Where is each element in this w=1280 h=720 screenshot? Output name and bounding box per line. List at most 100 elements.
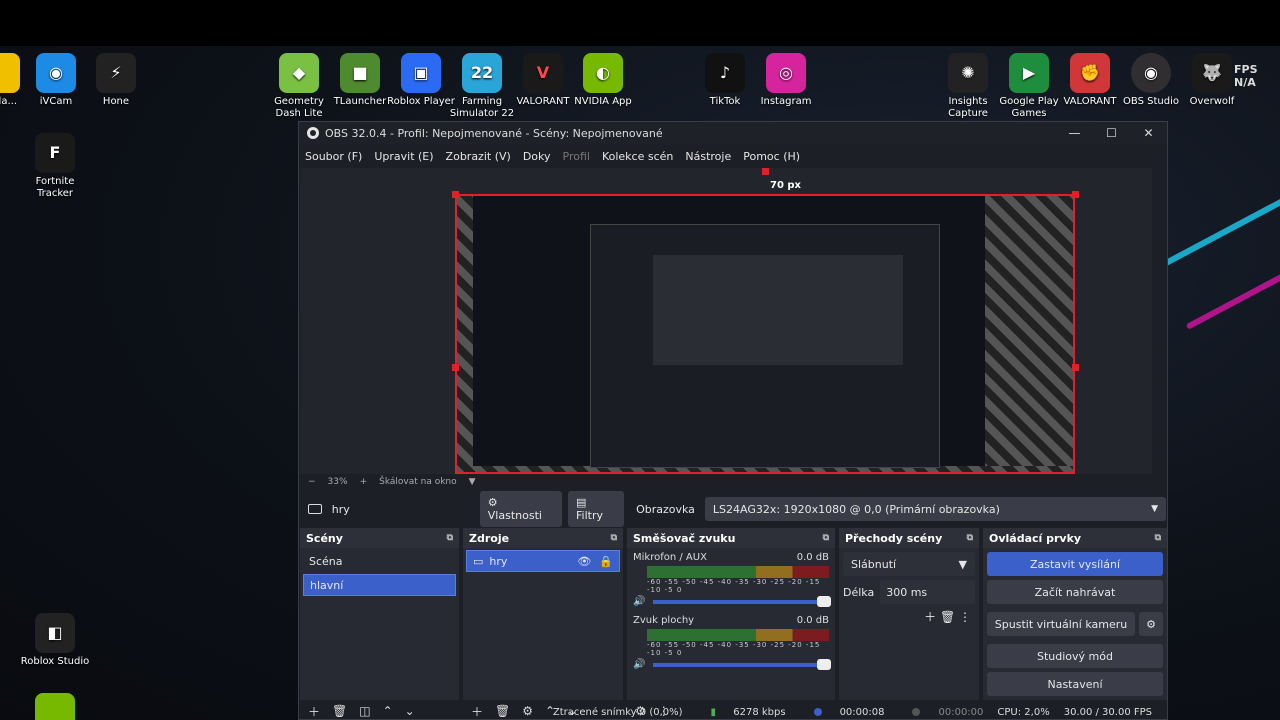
resize-handle[interactable]	[762, 168, 769, 175]
resize-handle[interactable]	[452, 191, 459, 198]
desktop-icon-geometry-dash[interactable]: ◆ Geometry Dash Lite	[264, 53, 334, 120]
zoom-bar: − 33% + Škálovat na okno ▼	[300, 474, 1152, 490]
stream-indicator-icon	[813, 707, 822, 716]
selection-box[interactable]	[455, 194, 1075, 474]
volume-slider[interactable]	[653, 658, 831, 670]
desktop-icon-insights-capture[interactable]: ✺ Insights Capture	[933, 53, 1003, 120]
speaker-icon[interactable]: 🔊	[633, 659, 645, 670]
obs-logo-icon	[307, 127, 319, 139]
desktop-icon-tiktok[interactable]: ♪ TikTok	[690, 53, 760, 108]
studio-mode-button[interactable]: Studiový mód	[987, 644, 1163, 668]
duration-input[interactable]: 300 ms	[880, 580, 975, 604]
dock-float-icon[interactable]: ⧉	[447, 533, 453, 543]
channel-db: 0.0 dB	[796, 615, 829, 626]
sources-title: Zdroje	[469, 531, 510, 545]
source-item[interactable]: ▭ hry 👁 🔒	[466, 550, 620, 572]
cpu-usage: CPU: 2,0%	[997, 706, 1050, 718]
desktop-icon-hone[interactable]: ⚡ Hone	[81, 53, 151, 108]
desktop-icon-nvidia[interactable]: ◐ NVIDIA App	[568, 53, 638, 108]
transition-select[interactable]: Slábnutí ▼	[843, 552, 975, 576]
desktop-icon-roblox-studio[interactable]: ◧ Roblox Studio	[20, 613, 90, 668]
tiktok-icon: ♪	[705, 53, 745, 93]
zoom-out-button[interactable]: −	[308, 477, 316, 487]
controls-dock: Ovládací prvky ⧉ Zastavit vysílání Začít …	[983, 528, 1167, 700]
scale-to-window[interactable]: Škálovat na okno	[379, 477, 457, 487]
eye-icon[interactable]: 👁	[577, 555, 591, 568]
gear-icon[interactable]: ⚙	[1139, 612, 1163, 636]
mixer-title: Směšovač zvuku	[633, 531, 736, 545]
scenes-dock: Scény ⧉ Scéna hlavní ＋ 🗑 ◫ ⌃ ⌄	[300, 528, 459, 719]
menu-view[interactable]: Zobrazit (V)	[446, 150, 511, 163]
dock-float-icon[interactable]: ⧉	[611, 533, 617, 543]
resize-handle[interactable]	[452, 364, 459, 371]
desktop-icon-farming-simulator[interactable]: 22 Farming Simulator 22	[447, 53, 517, 120]
monitor-icon	[308, 504, 322, 514]
trash-icon[interactable]: 🗑	[940, 610, 955, 624]
nvidia-icon	[35, 693, 75, 720]
sources-dock: Zdroje ⧉ ▭ hry 👁 🔒 ＋ 🗑 ⚙ ⌃ ⌄	[463, 528, 623, 719]
start-recording-button[interactable]: Začít nahrávat	[987, 580, 1163, 604]
insights-capture-icon: ✺	[948, 53, 988, 93]
menu-scene-collection[interactable]: Kolekce scén	[602, 150, 673, 163]
valorant-icon: V	[523, 53, 563, 93]
top-black-bar	[0, 0, 1280, 46]
menu-file[interactable]: Soubor (F)	[305, 150, 362, 163]
maximize-icon[interactable]: ☐	[1093, 126, 1130, 140]
menu-docks[interactable]: Doky	[523, 150, 551, 163]
chevron-down-icon[interactable]: ▼	[469, 477, 476, 487]
roblox-icon: ▣	[401, 53, 441, 93]
desktop-icon-instagram[interactable]: ◎ Instagram	[751, 53, 821, 108]
speaker-icon[interactable]: 🔊	[633, 596, 645, 607]
desktop-icon-obs-studio[interactable]: ◉ OBS Studio	[1116, 53, 1186, 108]
menu-profile[interactable]: Profil	[563, 150, 590, 163]
lock-icon[interactable]: 🔒	[599, 555, 613, 568]
monitor-icon: ▭	[473, 554, 484, 568]
desktop-icon-valorant-riot[interactable]: ✊ VALORANT	[1055, 53, 1125, 108]
filters-button[interactable]: ▤ Filtry	[568, 491, 625, 527]
stop-streaming-button[interactable]: Zastavit vysílání	[987, 552, 1163, 576]
overwolf-icon: 🐺	[1192, 53, 1232, 93]
zoom-in-button[interactable]: +	[360, 477, 368, 487]
window-title: OBS 32.0.4 - Profil: Nepojmenované - Scé…	[325, 126, 663, 140]
scene-item[interactable]: hlavní	[303, 574, 456, 596]
desktop-icon-roblox[interactable]: ▣ Roblox Player	[386, 53, 456, 108]
desktop-icon-fortnite-tracker[interactable]: F Fortnite Tracker	[20, 133, 90, 200]
properties-button[interactable]: ⚙ Vlastnosti	[479, 491, 562, 527]
nvidia-icon: ◐	[583, 53, 623, 93]
dock-float-icon[interactable]: ⧉	[823, 533, 829, 543]
settings-button[interactable]: Nastavení	[987, 672, 1163, 696]
menu-edit[interactable]: Upravit (E)	[374, 150, 433, 163]
menu-bar: Soubor (F) Upravit (E) Zobrazit (V) Doky…	[299, 144, 1167, 168]
preview-canvas[interactable]	[455, 194, 1075, 474]
preview-area[interactable]: 70 px	[300, 168, 1152, 474]
meter-ticks: -60 -55 -50 -45 -40 -35 -30 -25 -20 -15 …	[647, 578, 821, 594]
transitions-title: Přechody scény	[845, 531, 943, 545]
mixer-channel: Mikrofon / AUX 0.0 dB -60 -55 -50 -45 -40…	[627, 548, 835, 611]
resize-handle[interactable]	[1072, 191, 1079, 198]
desktop-icon-nvidia-bottom[interactable]	[20, 693, 90, 720]
resize-handle[interactable]	[1072, 364, 1079, 371]
close-icon[interactable]: ✕	[1130, 126, 1167, 140]
volume-slider[interactable]	[653, 595, 831, 607]
obs-titlebar[interactable]: OBS 32.0.4 - Profil: Nepojmenované - Scé…	[299, 122, 1167, 144]
menu-help[interactable]: Pomoc (H)	[743, 150, 800, 163]
add-icon[interactable]: ＋	[924, 610, 936, 624]
menu-tools[interactable]: Nástroje	[685, 150, 731, 163]
desktop-icon-tlauncher[interactable]: ■ TLauncher	[325, 53, 395, 108]
scene-item[interactable]: Scéna	[303, 550, 456, 572]
chevron-down-icon: ▼	[958, 557, 967, 571]
selected-source-name: hry	[331, 502, 350, 516]
display-select[interactable]: LS24AG32x: 1920x1080 @ 0,0 (Primární obr…	[704, 497, 1166, 521]
offset-label: 70 px	[770, 180, 802, 191]
dock-float-icon[interactable]: ⧉	[1155, 533, 1161, 543]
channel-name: Mikrofon / AUX	[633, 552, 707, 563]
valorant-riot-icon: ✊	[1070, 53, 1110, 93]
minimize-icon[interactable]: —	[1056, 126, 1093, 140]
meter-ticks: -60 -55 -50 -45 -40 -35 -30 -25 -20 -15 …	[647, 641, 821, 657]
hone-icon: ⚡	[96, 53, 136, 93]
fps-overlay: FPS N/A	[1234, 63, 1258, 89]
dock-float-icon[interactable]: ⧉	[967, 533, 973, 543]
start-virtual-camera-button[interactable]: Spustit virtuální kameru	[987, 612, 1135, 636]
desktop-icon-google-play-games[interactable]: ▶ Google Play Games	[994, 53, 1064, 120]
more-icon[interactable]: ⋮	[959, 610, 971, 624]
